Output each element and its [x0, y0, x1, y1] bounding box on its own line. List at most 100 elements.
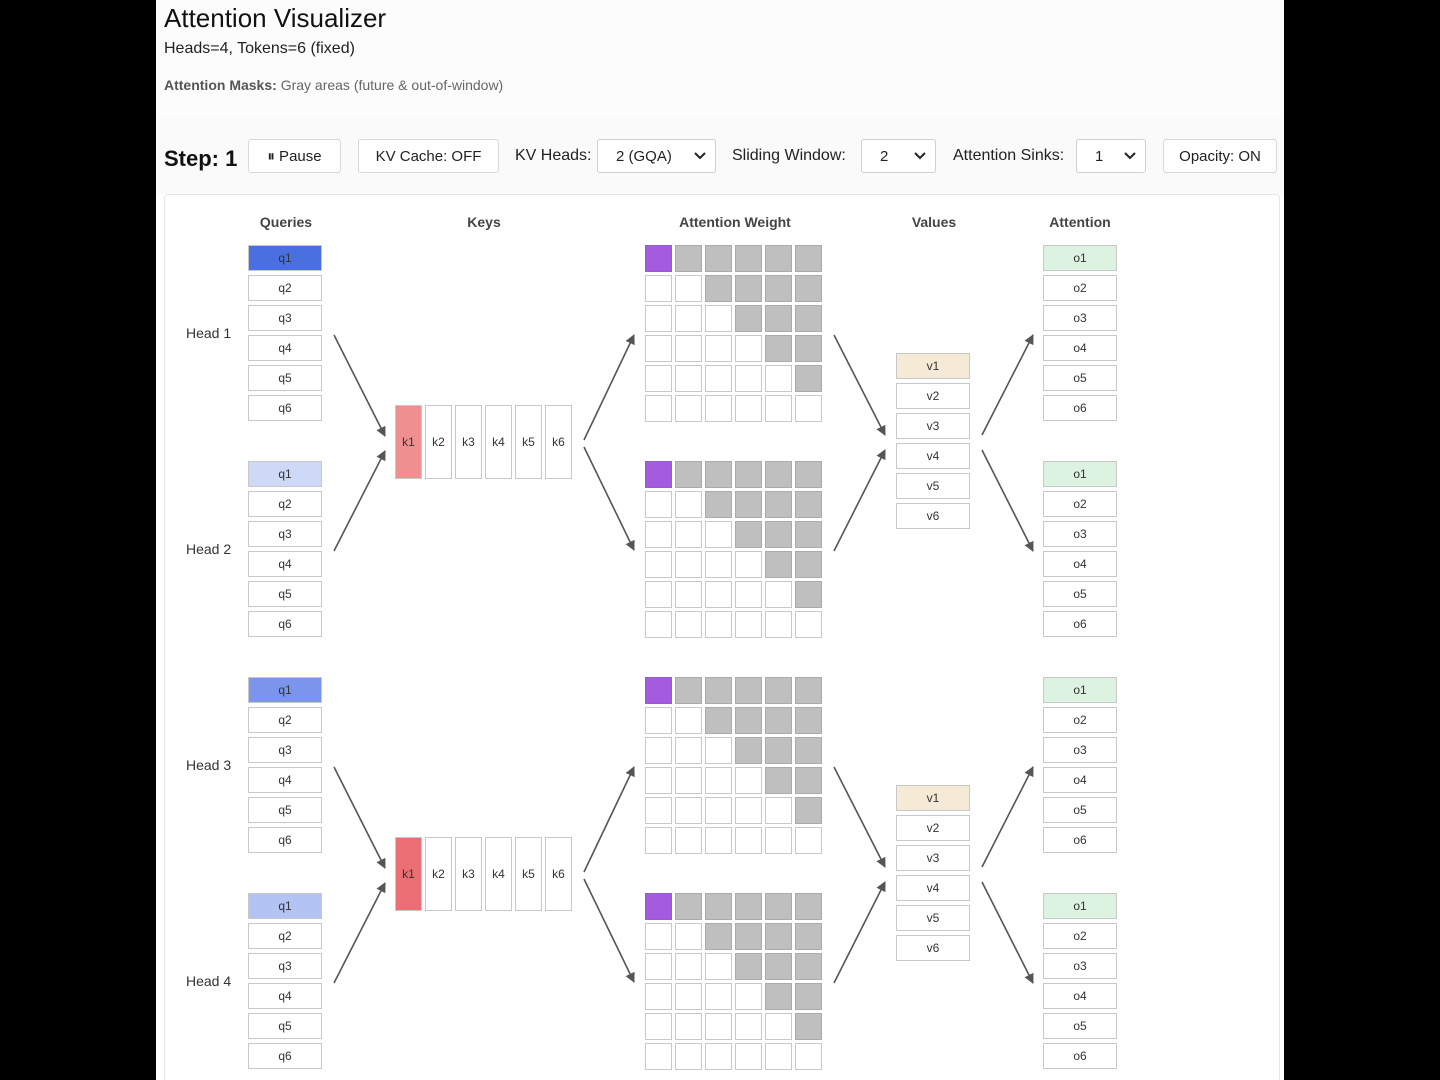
column-header-attention: Attention: [1049, 214, 1111, 230]
attention-weight-cell: [735, 953, 762, 980]
attention-weight-cell: [645, 893, 672, 920]
attention-weight-cell: [795, 395, 822, 422]
attention-weight-cell: [705, 335, 732, 362]
attention-weight-cell: [765, 365, 792, 392]
attention-weight-cell: [675, 737, 702, 764]
kv-heads-label: KV Heads:: [515, 147, 592, 164]
key-cell: k3: [455, 837, 482, 911]
attention-weight-cell: [675, 305, 702, 332]
query-cell: q1: [248, 245, 322, 271]
attention-weight-cell: [705, 365, 732, 392]
pause-button[interactable]: ⏸ Pause: [248, 139, 341, 173]
value-cell: v6: [896, 503, 970, 529]
output-cell: o5: [1043, 581, 1117, 607]
attention-sinks-label: Attention Sinks:: [953, 147, 1065, 164]
attention-weight-cell: [795, 1043, 822, 1070]
attention-weight-cell: [765, 677, 792, 704]
attention-sinks-select[interactable]: 1: [1076, 139, 1146, 173]
attention-weight-cell: [645, 677, 672, 704]
sliding-window-label: Sliding Window:: [732, 147, 846, 164]
query-cell: q2: [248, 491, 322, 517]
attention-weight-cell: [795, 923, 822, 950]
output-cell: o3: [1043, 305, 1117, 331]
attention-weight-cell: [795, 611, 822, 638]
attention-weight-cell: [705, 1043, 732, 1070]
page: Attention Visualizer Heads=4, Tokens=6 (…: [156, 0, 1284, 1080]
value-cell: v1: [896, 785, 970, 811]
attention-weight-cell: [705, 395, 732, 422]
page-title: Attention Visualizer: [164, 3, 387, 33]
key-cell: k1: [395, 405, 422, 479]
key-cell: k6: [545, 405, 572, 479]
attention-weight-cell: [645, 1013, 672, 1040]
attention-weight-cell: [765, 245, 792, 272]
column-header-keys: Keys: [467, 214, 501, 230]
output-cell: o4: [1043, 767, 1117, 793]
head-label: Head 4: [186, 973, 232, 989]
value-cell: v2: [896, 815, 970, 841]
query-cell: q4: [248, 551, 322, 577]
attention-weight-cell: [705, 797, 732, 824]
kv-cache-toggle-button[interactable]: KV Cache: OFF: [358, 139, 499, 173]
attention-weight-cell: [645, 923, 672, 950]
attention-weight-cell: [765, 707, 792, 734]
attention-weight-cell: [765, 305, 792, 332]
sliding-window-value: 2: [880, 148, 889, 165]
sliding-window-select[interactable]: 2: [861, 139, 936, 173]
key-cell: k2: [425, 405, 452, 479]
attention-weight-cell: [675, 1013, 702, 1040]
value-cell: v5: [896, 473, 970, 499]
query-cell: q6: [248, 827, 322, 853]
attention-weight-cell: [795, 551, 822, 578]
key-cell: k6: [545, 837, 572, 911]
attention-weight-cell: [705, 521, 732, 548]
attention-weight-cell: [795, 581, 822, 608]
attention-weight-cell: [735, 245, 762, 272]
head-label: Head 2: [186, 541, 232, 557]
query-cell: q3: [248, 521, 322, 547]
attention-weight-cell: [795, 797, 822, 824]
mask-legend-desc: Gray areas (future & out-of-window): [280, 77, 504, 93]
key-cell: k1: [395, 837, 422, 911]
attention-weight-cell: [645, 581, 672, 608]
attention-weight-cell: [795, 893, 822, 920]
attention-weight-cell: [645, 1043, 672, 1070]
attention-weight-cell: [645, 797, 672, 824]
step-counter: Step: 1: [164, 146, 238, 171]
attention-weight-cell: [675, 1043, 702, 1070]
query-cell: q4: [248, 335, 322, 361]
attention-weight-cell: [675, 611, 702, 638]
attention-weight-cell: [765, 461, 792, 488]
opacity-toggle-button[interactable]: Opacity: ON: [1163, 139, 1277, 173]
output-cell: o6: [1043, 395, 1117, 421]
output-cell: o2: [1043, 275, 1117, 301]
attention-weight-cell: [705, 581, 732, 608]
query-cell: q2: [248, 707, 322, 733]
output-cell: o2: [1043, 923, 1117, 949]
key-cell: k4: [485, 837, 512, 911]
query-cell: q6: [248, 611, 322, 637]
attention-weight-cell: [735, 305, 762, 332]
output-cell: o2: [1043, 491, 1117, 517]
attention-weight-cell: [705, 893, 732, 920]
value-cell: v3: [896, 413, 970, 439]
key-cell: k5: [515, 837, 542, 911]
attention-weight-cell: [645, 395, 672, 422]
attention-weight-cell: [705, 983, 732, 1010]
column-header-queries: Queries: [259, 214, 313, 230]
attention-weight-cell: [795, 707, 822, 734]
value-cell: v6: [896, 935, 970, 961]
attention-weight-cell: [765, 521, 792, 548]
output-cell: o5: [1043, 797, 1117, 823]
query-cell: q5: [248, 797, 322, 823]
query-cell: q2: [248, 275, 322, 301]
kv-heads-select[interactable]: 2 (GQA): [597, 139, 716, 173]
attention-weight-cell: [705, 827, 732, 854]
attention-weight-cell: [645, 611, 672, 638]
attention-weight-cell: [765, 275, 792, 302]
mask-legend-label: Attention Masks:: [164, 77, 277, 93]
attention-weight-cell: [705, 737, 732, 764]
attention-weight-cell: [705, 245, 732, 272]
attention-weight-cell: [675, 275, 702, 302]
chevron-down-icon: [694, 152, 706, 160]
